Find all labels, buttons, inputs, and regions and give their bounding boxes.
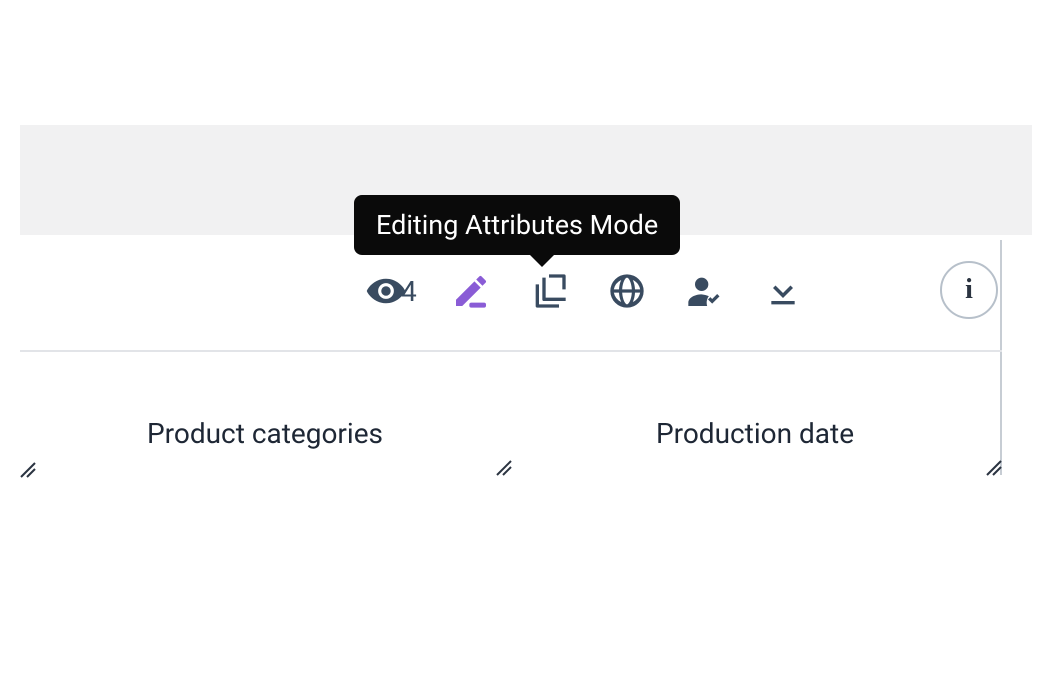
globe-icon [607,271,647,311]
column-headers-row: Product categories Production date [20,392,1000,474]
tooltip-editing-attributes: Editing Attributes Mode [354,195,680,255]
globe-button[interactable] [603,267,651,315]
view-count-button[interactable]: 4 [365,267,417,315]
approve-user-button[interactable] [681,267,729,315]
copy-layers-button[interactable] [525,267,573,315]
download-button[interactable] [759,267,807,315]
panel-divider-horizontal [20,350,1002,352]
column-resize-handle[interactable] [982,456,1002,476]
pencil-icon [451,271,491,311]
info-button[interactable]: i [940,261,998,319]
info-icon: i [965,274,973,306]
view-count-value: 4 [401,275,417,308]
column-header-label: Product categories [147,417,383,450]
edit-attributes-button[interactable] [447,267,495,315]
download-icon [763,271,803,311]
column-resize-handle[interactable] [492,456,512,476]
column-header-label: Production date [656,417,854,450]
panel-divider-vertical [1000,240,1002,475]
tooltip-text: Editing Attributes Mode [376,209,658,241]
user-check-icon [685,271,725,311]
column-header-product-categories[interactable]: Product categories [20,392,510,474]
toolbar: 4 [365,261,807,321]
column-header-production-date[interactable]: Production date [510,392,1000,474]
copy-stack-icon [529,271,569,311]
